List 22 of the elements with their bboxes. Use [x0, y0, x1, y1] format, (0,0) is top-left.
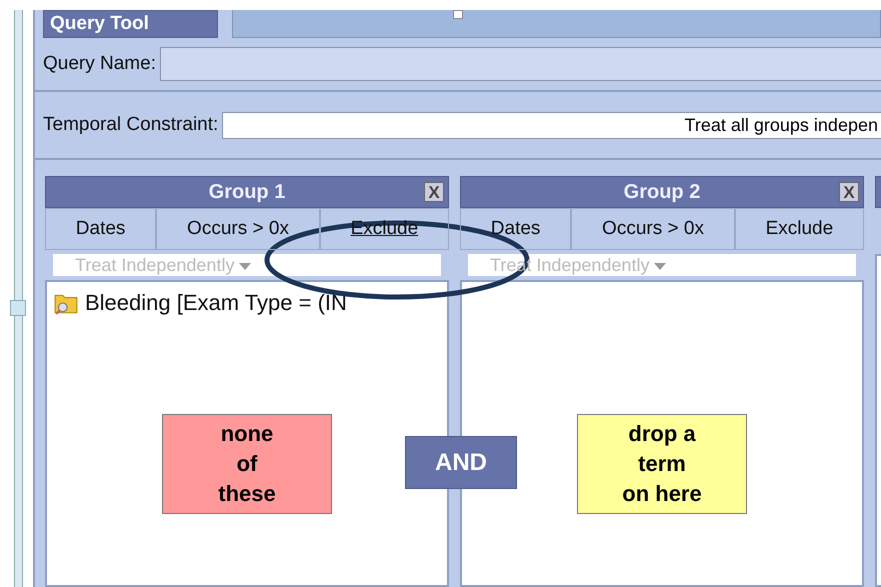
group-option-button[interactable]: Dates	[45, 208, 156, 250]
drop-hint: none of these	[162, 414, 332, 514]
query-name-field[interactable]	[160, 47, 881, 81]
close-button[interactable]: X	[424, 182, 444, 202]
splitter-bar[interactable]	[14, 10, 23, 587]
query-term[interactable]: Bleeding [Exam Type = (IN	[85, 290, 347, 316]
close-button[interactable]: X	[839, 182, 859, 202]
temporal-constraint-dropdown[interactable]: Treat all groups indepen	[222, 112, 881, 138]
query-name-label: Query Name:	[43, 53, 156, 75]
group-title: Group 2	[624, 180, 700, 204]
group-option-button[interactable]: Dates	[460, 208, 572, 250]
drop-hint: drop a term on here	[577, 414, 747, 514]
caret-icon	[239, 262, 252, 270]
group-title: Group 1	[208, 180, 286, 204]
splitter-handle[interactable]	[10, 300, 26, 316]
and-operator[interactable]: AND	[405, 436, 517, 489]
temporal-constraint-label: Temporal Constraint:	[43, 114, 218, 136]
group-option-button[interactable]: Occurs > 0x	[156, 208, 320, 250]
group-option-button[interactable]: Occurs > 0x	[571, 208, 735, 250]
group-option-button[interactable]: Exclude	[734, 208, 864, 250]
query-tool-tab[interactable]: Query Tool	[43, 10, 218, 38]
caret-icon	[654, 262, 666, 270]
